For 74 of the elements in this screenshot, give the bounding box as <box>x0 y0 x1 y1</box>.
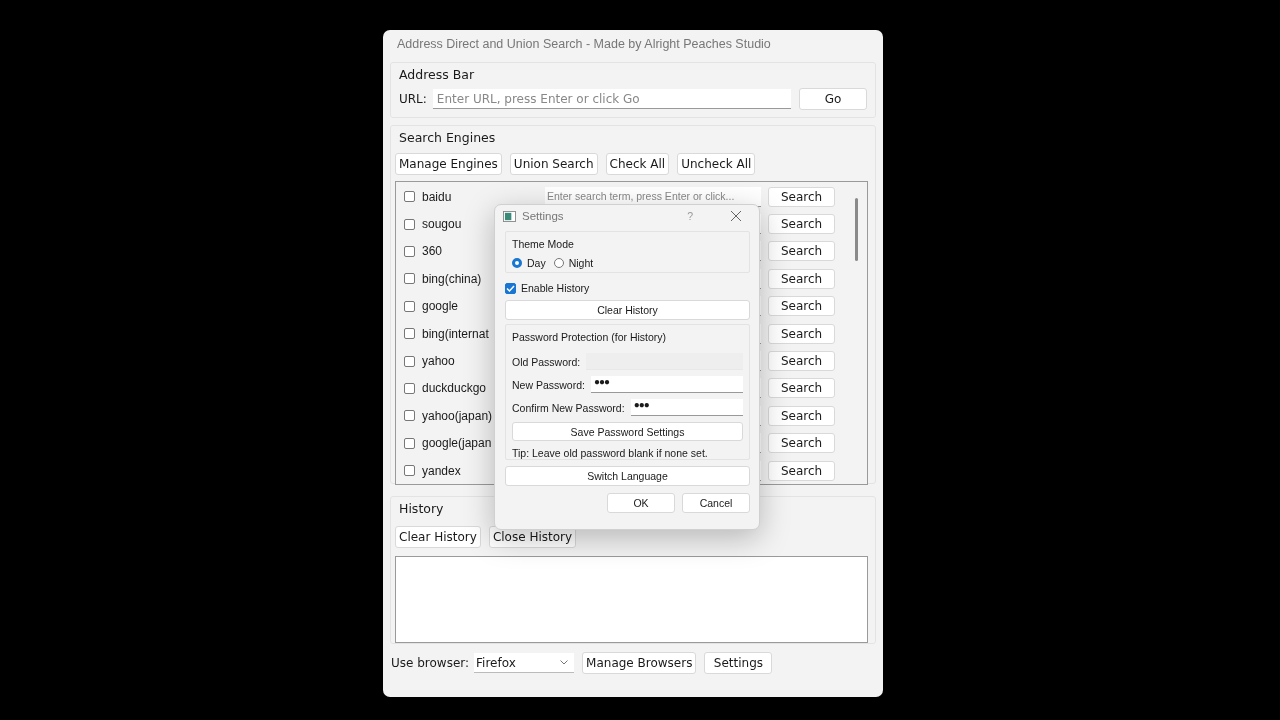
search-button[interactable]: Search <box>768 323 835 344</box>
search-field[interactable]: Enter search term, press Enter or click... <box>545 186 761 207</box>
dialog-title: Settings <box>522 210 565 222</box>
search-button[interactable]: Search <box>768 460 835 481</box>
dialog-button[interactable]: Cancel <box>682 493 750 513</box>
toolbar-button[interactable]: Check All <box>605 153 670 175</box>
group-title: Address Bar <box>399 67 475 82</box>
radio-label: Day <box>527 257 546 269</box>
radio-button[interactable] <box>553 258 564 268</box>
group-title: History <box>399 501 444 516</box>
search-button[interactable]: Search <box>768 433 835 454</box>
checkbox[interactable] <box>404 191 415 203</box>
engine-name: google <box>422 299 459 314</box>
dialog-button[interactable]: OK <box>607 493 675 513</box>
checkbox[interactable] <box>404 300 415 312</box>
engine-name: bing(china) <box>422 271 482 286</box>
engine-name: duckduckgo <box>422 381 487 396</box>
search-button[interactable]: Search <box>768 268 835 289</box>
scrollbar-thumb[interactable] <box>855 198 858 261</box>
group-title: Theme Mode <box>512 238 574 250</box>
field-label: Confirm New Password: <box>512 401 625 414</box>
close-icon[interactable] <box>731 211 741 221</box>
checkbox[interactable] <box>404 328 415 340</box>
search-button[interactable]: Search <box>768 186 835 207</box>
engine-name: baidu <box>422 189 452 204</box>
radio-label: Night <box>568 257 594 269</box>
search-button[interactable]: Search <box>768 378 835 399</box>
switch-language-button[interactable]: Switch Language <box>505 466 750 486</box>
checkbox[interactable] <box>404 465 415 477</box>
footer-button[interactable]: Settings <box>704 652 773 674</box>
engine-name: google(japan <box>422 436 492 451</box>
field-label: Old Password: <box>512 355 581 368</box>
radio-button[interactable] <box>512 258 522 268</box>
checkbox[interactable] <box>404 437 415 449</box>
save-password-button[interactable]: Save Password Settings <box>512 422 743 441</box>
checkbox[interactable] <box>404 410 415 422</box>
checkbox[interactable] <box>505 282 516 294</box>
tip-text: Tip: Leave old password blank if none set. <box>512 447 709 459</box>
engine-name: yahoo(japan) <box>422 408 493 423</box>
go-button[interactable]: Go <box>799 88 867 110</box>
footer-button[interactable]: Manage Browsers <box>582 652 697 674</box>
checkbox[interactable] <box>404 273 415 285</box>
password-field[interactable]: ●●● <box>630 399 743 416</box>
search-button[interactable]: Search <box>768 214 835 235</box>
chevron-icon <box>560 660 569 665</box>
group-title: Password Protection (for History) <box>512 331 667 343</box>
url-label: URL: <box>399 92 427 106</box>
search-button[interactable]: Search <box>768 405 835 426</box>
engine-name: yandex <box>422 463 461 478</box>
browser-dropdown[interactable]: Firefox <box>474 653 575 673</box>
history-button[interactable]: Clear History <box>395 526 481 548</box>
checkbox[interactable] <box>404 355 415 367</box>
url-field[interactable]: Enter URL, press Enter or click Go <box>432 89 791 109</box>
checkbox[interactable] <box>404 218 415 230</box>
clear-history-button[interactable]: Clear History <box>505 300 750 320</box>
search-button[interactable]: Search <box>768 296 835 317</box>
checkbox[interactable] <box>404 382 415 394</box>
search-button[interactable]: Search <box>768 241 835 262</box>
toolbar-button[interactable]: Union Search <box>509 153 598 175</box>
toolbar-button[interactable]: Manage Engines <box>395 153 502 175</box>
group-title: Search Engines <box>399 130 496 145</box>
password-field[interactable]: ●●● <box>590 376 743 393</box>
engine-name: yahoo <box>422 354 455 369</box>
window-title: Address Direct and Union Search - Made by Alright Peaches Studio <box>397 37 771 51</box>
app-icon <box>503 210 516 222</box>
field-label: New Password: <box>512 378 585 391</box>
checkbox[interactable] <box>404 245 415 257</box>
search-button[interactable]: Search <box>768 351 835 372</box>
engine-name: 360 <box>422 244 443 259</box>
browser-label: Use browser: <box>391 656 470 670</box>
checkbox-label: Enable History <box>521 282 590 294</box>
engine-name: sougou <box>422 217 462 232</box>
engine-name: bing(internat <box>422 326 489 341</box>
toolbar-button[interactable]: Uncheck All <box>677 153 756 175</box>
